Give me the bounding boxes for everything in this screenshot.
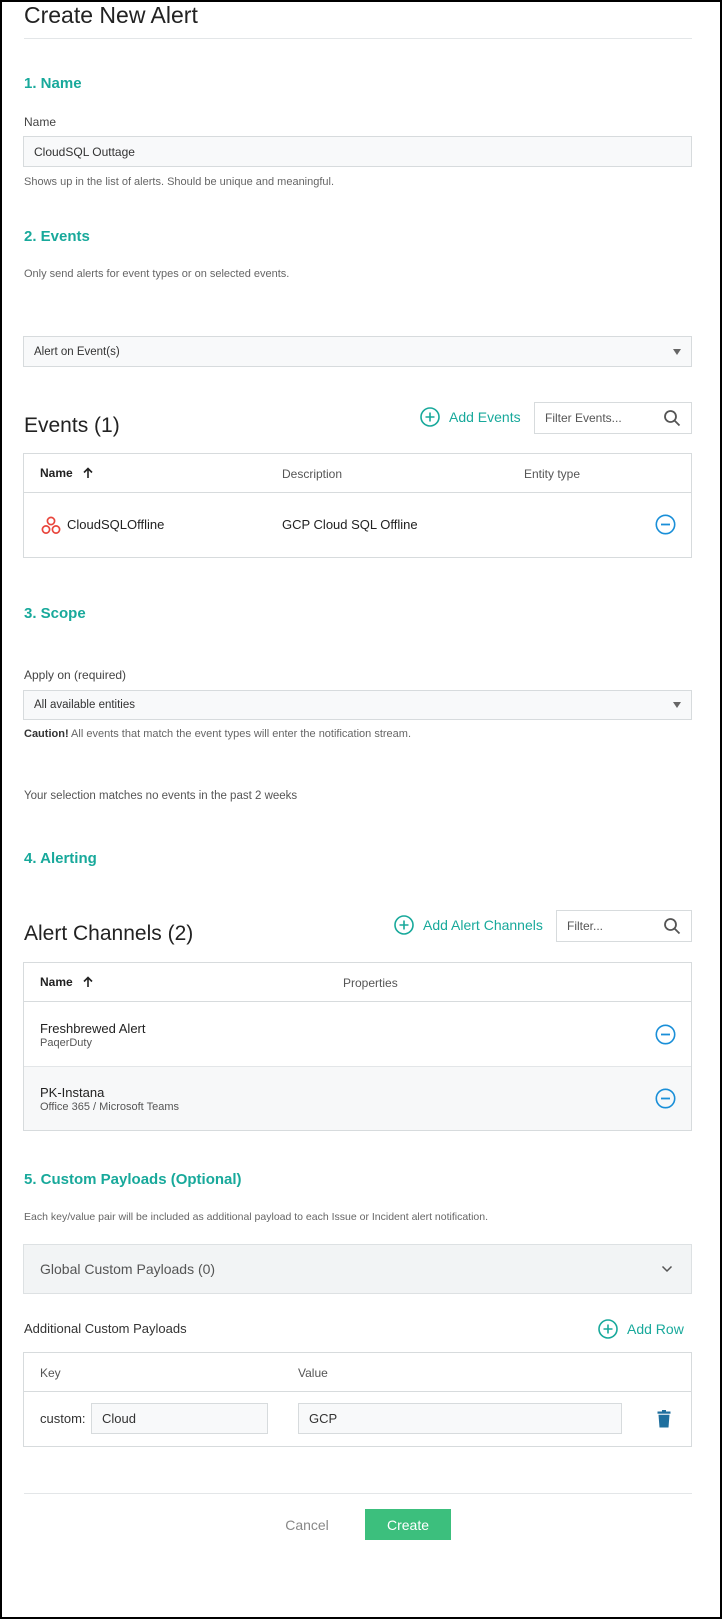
section-heading-scope: 3. Scope — [24, 605, 86, 622]
apply-on-label: Apply on (required) — [24, 668, 127, 682]
scope-match-text: Your selection matches no events in the … — [24, 790, 298, 802]
section-heading-name: 1. Name — [24, 75, 82, 92]
key-prefix: custom: — [40, 1411, 86, 1426]
channel-name: PK-Instana — [40, 1085, 105, 1100]
alert-channels-table: Name Properties Freshbrewed Alert PaqerD… — [23, 962, 692, 1131]
search-icon — [664, 918, 681, 935]
section-heading-events: 2. Events — [24, 228, 90, 245]
events-table-title: Events (1) — [24, 414, 120, 437]
channel-type: PaqerDuty — [40, 1037, 92, 1049]
create-button[interactable]: Create — [365, 1509, 451, 1540]
global-payloads-accordion[interactable]: Global Custom Payloads (0) — [23, 1244, 692, 1294]
apply-on-select[interactable]: All available entities — [23, 690, 692, 720]
trash-icon[interactable] — [657, 1410, 671, 1428]
events-table-header: Name Description Entity type — [24, 454, 691, 493]
additional-payloads-label: Additional Custom Payloads — [24, 1321, 187, 1336]
remove-channel-icon[interactable] — [655, 1024, 676, 1045]
event-type-icon — [41, 516, 61, 534]
add-row-label: Add Row — [627, 1321, 684, 1337]
payloads-header: Key Value — [24, 1353, 691, 1392]
page-title: Create New Alert — [24, 2, 198, 28]
payload-key-input[interactable]: Cloud — [91, 1403, 268, 1434]
column-description: Description — [282, 467, 343, 481]
payloads-table: Key Value custom: Cloud GCP — [23, 1352, 692, 1447]
table-row[interactable]: PK-Instana Office 365 / Microsoft Teams — [24, 1067, 691, 1130]
event-description: GCP Cloud SQL Offline — [282, 517, 418, 532]
event-name: CloudSQLOffline — [67, 517, 165, 532]
event-mode-value: Alert on Event(s) — [34, 345, 120, 358]
plus-circle-icon — [420, 407, 440, 427]
table-row: custom: Cloud GCP — [24, 1392, 691, 1446]
footer-divider — [24, 1493, 692, 1494]
column-name: Name — [40, 466, 73, 480]
arrow-up-icon — [83, 976, 93, 987]
caution-label: Caution! — [24, 728, 69, 740]
payload-value-input[interactable]: GCP — [298, 1403, 622, 1434]
cancel-button[interactable]: Cancel — [272, 1509, 342, 1540]
remove-event-icon[interactable] — [655, 514, 676, 535]
channel-name: Freshbrewed Alert — [40, 1021, 146, 1036]
apply-on-value: All available entities — [34, 699, 136, 711]
events-table: Name Description Entity type CloudSQLOff… — [23, 453, 692, 558]
plus-circle-icon — [598, 1319, 618, 1339]
events-description: Only send alerts for event types or on s… — [24, 268, 290, 280]
column-entity-type: Entity type — [524, 467, 581, 481]
column-value: Value — [298, 1366, 328, 1380]
payloads-description: Each key/value pair will be included as … — [24, 1211, 489, 1223]
add-events-label: Add Events — [449, 409, 521, 425]
chevron-down-icon — [661, 1265, 673, 1273]
caret-down-icon — [673, 702, 681, 708]
table-row[interactable]: CloudSQLOffline GCP Cloud SQL Offline — [24, 493, 691, 557]
event-mode-select[interactable]: Alert on Event(s) — [23, 336, 692, 367]
column-name: Name — [40, 975, 73, 989]
name-hint: Shows up in the list of alerts. Should b… — [24, 176, 335, 188]
title-divider — [24, 38, 692, 39]
table-row[interactable]: Freshbrewed Alert PaqerDuty — [24, 1002, 691, 1067]
remove-channel-icon[interactable] — [655, 1088, 676, 1109]
sort-by-name-header[interactable]: Name — [40, 975, 93, 989]
add-row-button[interactable]: Add Row — [598, 1319, 684, 1339]
caret-down-icon — [673, 348, 681, 355]
name-input[interactable]: CloudSQL Outtage — [23, 136, 692, 167]
section-heading-alerting: 4. Alerting — [24, 850, 97, 867]
scope-caution: Caution! All events that match the event… — [24, 728, 411, 740]
name-field-label: Name — [24, 115, 57, 129]
alert-channels-title: Alert Channels (2) — [24, 922, 194, 945]
filter-events-input[interactable]: Filter Events... — [534, 402, 692, 434]
column-properties: Properties — [343, 976, 398, 990]
column-key: Key — [40, 1366, 61, 1380]
plus-circle-icon — [394, 915, 414, 935]
filter-channels-placeholder: Filter... — [567, 919, 604, 933]
add-alert-channels-label: Add Alert Channels — [423, 917, 543, 933]
arrow-up-icon — [83, 467, 93, 478]
section-heading-payloads: 5. Custom Payloads (Optional) — [24, 1171, 242, 1188]
filter-channels-input[interactable]: Filter... — [556, 910, 692, 942]
channel-type: Office 365 / Microsoft Teams — [40, 1101, 179, 1113]
add-alert-channels-button[interactable]: Add Alert Channels — [394, 915, 543, 935]
alert-channels-header: Name Properties — [24, 963, 691, 1002]
search-icon — [664, 410, 681, 427]
global-payloads-label: Global Custom Payloads (0) — [40, 1261, 216, 1277]
filter-events-placeholder: Filter Events... — [545, 411, 622, 425]
add-events-button[interactable]: Add Events — [420, 407, 521, 427]
caution-text: All events that match the event types wi… — [68, 728, 412, 740]
sort-by-name-header[interactable]: Name — [40, 466, 93, 480]
